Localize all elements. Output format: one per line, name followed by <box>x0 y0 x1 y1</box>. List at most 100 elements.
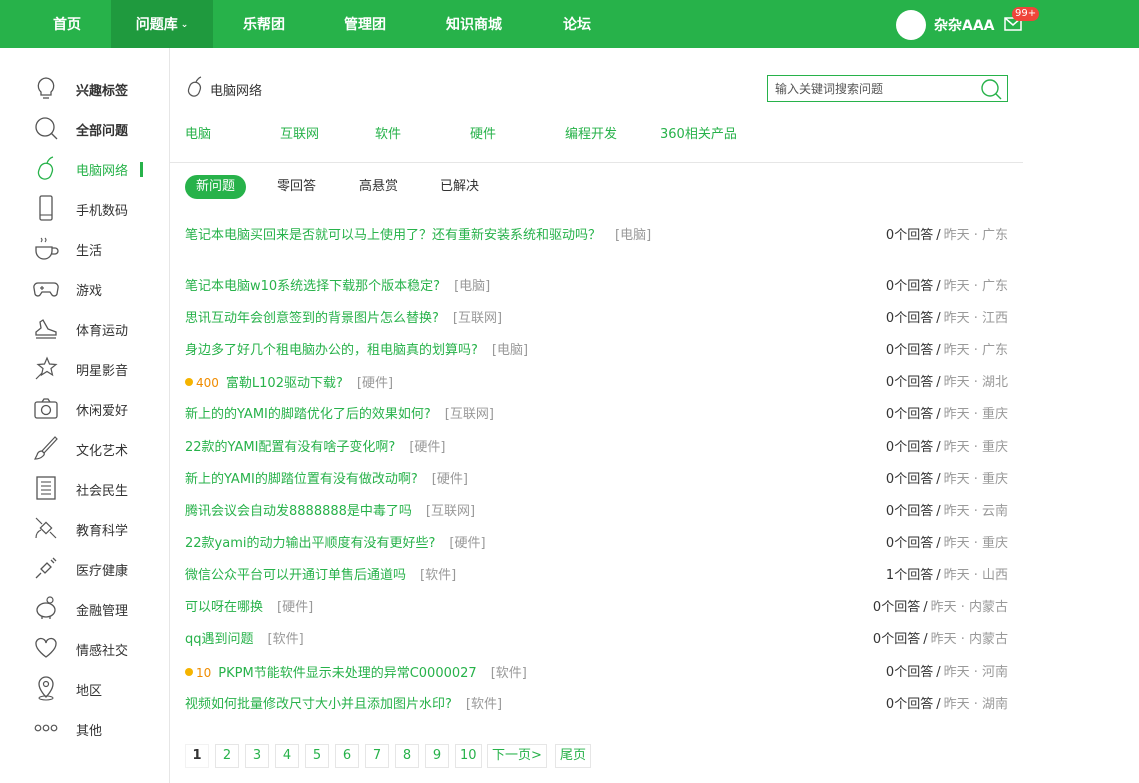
sidebar-item-other[interactable]: 其他 <box>30 711 170 745</box>
sidebar-item-culture[interactable]: 文化艺术 <box>30 431 170 465</box>
question-title-link[interactable]: 富勒L102驱动下载? <box>226 376 343 391</box>
sidebar-item-label: 社会民生 <box>76 484 129 499</box>
question-main: qq遇到问题 [软件] <box>185 630 670 650</box>
subcategory-link[interactable]: 互联网 <box>280 123 319 142</box>
subcategory-link[interactable]: 360相关产品 <box>660 123 737 142</box>
sidebar-item-celebrity[interactable]: 明星影音 <box>30 351 170 385</box>
coin-icon <box>185 378 193 386</box>
sidebar-item-mobile[interactable]: 手机数码 <box>30 191 170 225</box>
nav-item-forum[interactable]: 论坛 <box>535 0 619 48</box>
subcategory-link[interactable]: 电脑 <box>185 123 211 142</box>
sidebar-item-life[interactable]: 生活 <box>30 231 170 265</box>
subcategory-link[interactable]: 编程开发 <box>565 123 617 142</box>
nav-item-admins[interactable]: 管理团 <box>323 0 407 48</box>
page-button[interactable]: 4 <box>275 744 299 768</box>
separator: / <box>936 343 941 358</box>
question-tag[interactable]: [互联网] <box>445 407 494 422</box>
question-tag[interactable]: [电脑] <box>492 343 528 358</box>
question-tag[interactable]: [软件] <box>268 632 304 647</box>
subcategory-link[interactable]: 软件 <box>375 123 401 142</box>
last-page-button[interactable]: 尾页 <box>555 744 592 768</box>
question-tag[interactable]: [硬件] <box>277 600 313 615</box>
question-title-link[interactable]: 腾讯会议会自动发8888888是中毒了吗 <box>185 504 412 519</box>
question-title-link[interactable]: 笔记本电脑买回来是否就可以马上使用了？还有重新安装系统和驱动吗？ <box>185 228 601 243</box>
page-button[interactable]: 5 <box>305 744 329 768</box>
subcategory-link[interactable]: 硬件 <box>470 123 496 142</box>
question-title-link[interactable]: 笔记本电脑w10系统选择下载那个版本稳定? <box>185 279 440 294</box>
sidebar-item-society[interactable]: 社会民生 <box>30 471 170 505</box>
page-button[interactable]: 2 <box>215 744 239 768</box>
question-tag[interactable]: [互联网] <box>453 311 502 326</box>
nav-item-questions[interactable]: 问题库 ⌄ <box>111 0 213 48</box>
filter-tab-reward[interactable]: 高悬赏 <box>348 175 409 199</box>
question-title-link[interactable]: 22款的YAMI配置有没有啥子变化啊? <box>185 440 395 455</box>
nav-item-home[interactable]: 首页 <box>25 0 109 48</box>
question-title-link[interactable]: 视频如何批量修改尺寸大小并且添加图片水印? <box>185 697 452 712</box>
chevron-down-icon: ⌄ <box>180 20 189 30</box>
question-title-link[interactable]: 新上的的YAMI的脚踏优化了后的效果如何? <box>185 407 431 422</box>
search-input[interactable] <box>768 76 973 101</box>
sidebar-item-education[interactable]: 教育科学 <box>30 511 170 545</box>
question-title-link[interactable]: 身边多了好几个租电脑办公的，租电脑真的划算吗? <box>185 343 478 358</box>
sidebar-item-finance[interactable]: 金融管理 <box>30 591 170 625</box>
page-button[interactable]: 7 <box>365 744 389 768</box>
avatar[interactable] <box>896 10 926 40</box>
question-tag[interactable]: [硬件] <box>432 472 468 487</box>
sidebar-item-hobbies[interactable]: 休闲爱好 <box>30 391 170 425</box>
sidebar-item-all-questions[interactable]: 全部问题 <box>30 111 170 145</box>
question-tag[interactable]: [硬件] <box>449 536 485 551</box>
page-button[interactable]: 6 <box>335 744 359 768</box>
question-title-link[interactable]: PKPM节能软件显示未处理的异常C0000027 <box>218 666 476 681</box>
question-title-link[interactable]: 22款yami的动力输出平顺度有没有更好些? <box>185 536 435 551</box>
question-tag[interactable]: [互联网] <box>426 504 475 519</box>
question-title-link[interactable]: 可以呀在哪换 <box>185 600 263 615</box>
question-info: 0个回答 / 昨天 · 重庆 <box>886 534 1008 554</box>
reward-amount: 10 <box>196 666 212 680</box>
sidebar-item-sports[interactable]: 体育运动 <box>30 311 170 345</box>
question-title-link[interactable]: 新上的YAMI的脚踏位置有没有做改动啊? <box>185 472 418 487</box>
sidebar-item-relationships[interactable]: 情感社交 <box>30 631 170 665</box>
answer-count: 0个回答 <box>885 440 934 455</box>
question-title-link[interactable]: 思讯互动年会创意签到的背景图片怎么替换? <box>185 311 439 326</box>
question-tag[interactable]: [电脑] <box>615 228 651 243</box>
page-button[interactable]: 1 <box>185 744 209 768</box>
question-tag[interactable]: [硬件] <box>357 376 393 391</box>
filter-tab-unanswered[interactable]: 零回答 <box>266 175 327 199</box>
question-info: 0个回答 / 昨天 · 云南 <box>886 502 1008 522</box>
sidebar-item-games[interactable]: 游戏 <box>30 271 170 305</box>
sidebar-item-label: 金融管理 <box>76 604 129 619</box>
question-title-link[interactable]: 微信公众平台可以开通订单售后通道吗 <box>185 568 406 583</box>
sidebar-item-label: 兴趣标签 <box>76 84 129 99</box>
sidebar-item-region[interactable]: 地区 <box>30 671 170 705</box>
question-tag[interactable]: [软件] <box>466 697 502 712</box>
question-tag[interactable]: [软件] <box>420 568 456 583</box>
username[interactable]: 杂杂AAA <box>934 15 995 35</box>
document-list-icon <box>36 476 56 500</box>
reward-amount: 400 <box>196 376 219 390</box>
filter-tab-solved[interactable]: 已解决 <box>429 175 490 199</box>
separator: / <box>923 600 928 615</box>
nav-item-helpers[interactable]: 乐帮团 <box>222 0 306 48</box>
nav-label: 知识商城 <box>446 17 502 33</box>
question-main: 腾讯会议会自动发8888888是中毒了吗 [互联网] <box>185 502 670 522</box>
filter-tab-new[interactable]: 新问题 <box>185 175 247 199</box>
question-tag[interactable]: [软件] <box>491 666 527 681</box>
sidebar-item-computer-network[interactable]: 电脑网络 <box>30 151 170 185</box>
page-button[interactable]: 9 <box>425 744 449 768</box>
sidebar-item-health[interactable]: 医疗健康 <box>30 551 170 585</box>
sidebar-item-interest-tags[interactable]: 兴趣标签 <box>30 71 170 105</box>
next-page-button[interactable]: 下一页> <box>487 744 547 768</box>
page-button[interactable]: 10 <box>455 744 482 768</box>
question-time-region: 昨天 · 重庆 <box>943 440 1008 455</box>
divider <box>170 162 1023 163</box>
question-title-link[interactable]: qq遇到问题 <box>185 632 254 647</box>
question-time-region: 昨天 · 湖北 <box>943 375 1008 390</box>
question-tag[interactable]: [电脑] <box>454 279 490 294</box>
search-icon[interactable] <box>980 78 1002 100</box>
nav-item-store[interactable]: 知识商城 <box>432 0 516 48</box>
more-dots-icon <box>34 724 58 732</box>
page-button[interactable]: 8 <box>395 744 419 768</box>
question-tag[interactable]: [硬件] <box>409 440 445 455</box>
question-info: 0个回答 / 昨天 · 湖北 <box>886 373 1008 393</box>
page-button[interactable]: 3 <box>245 744 269 768</box>
